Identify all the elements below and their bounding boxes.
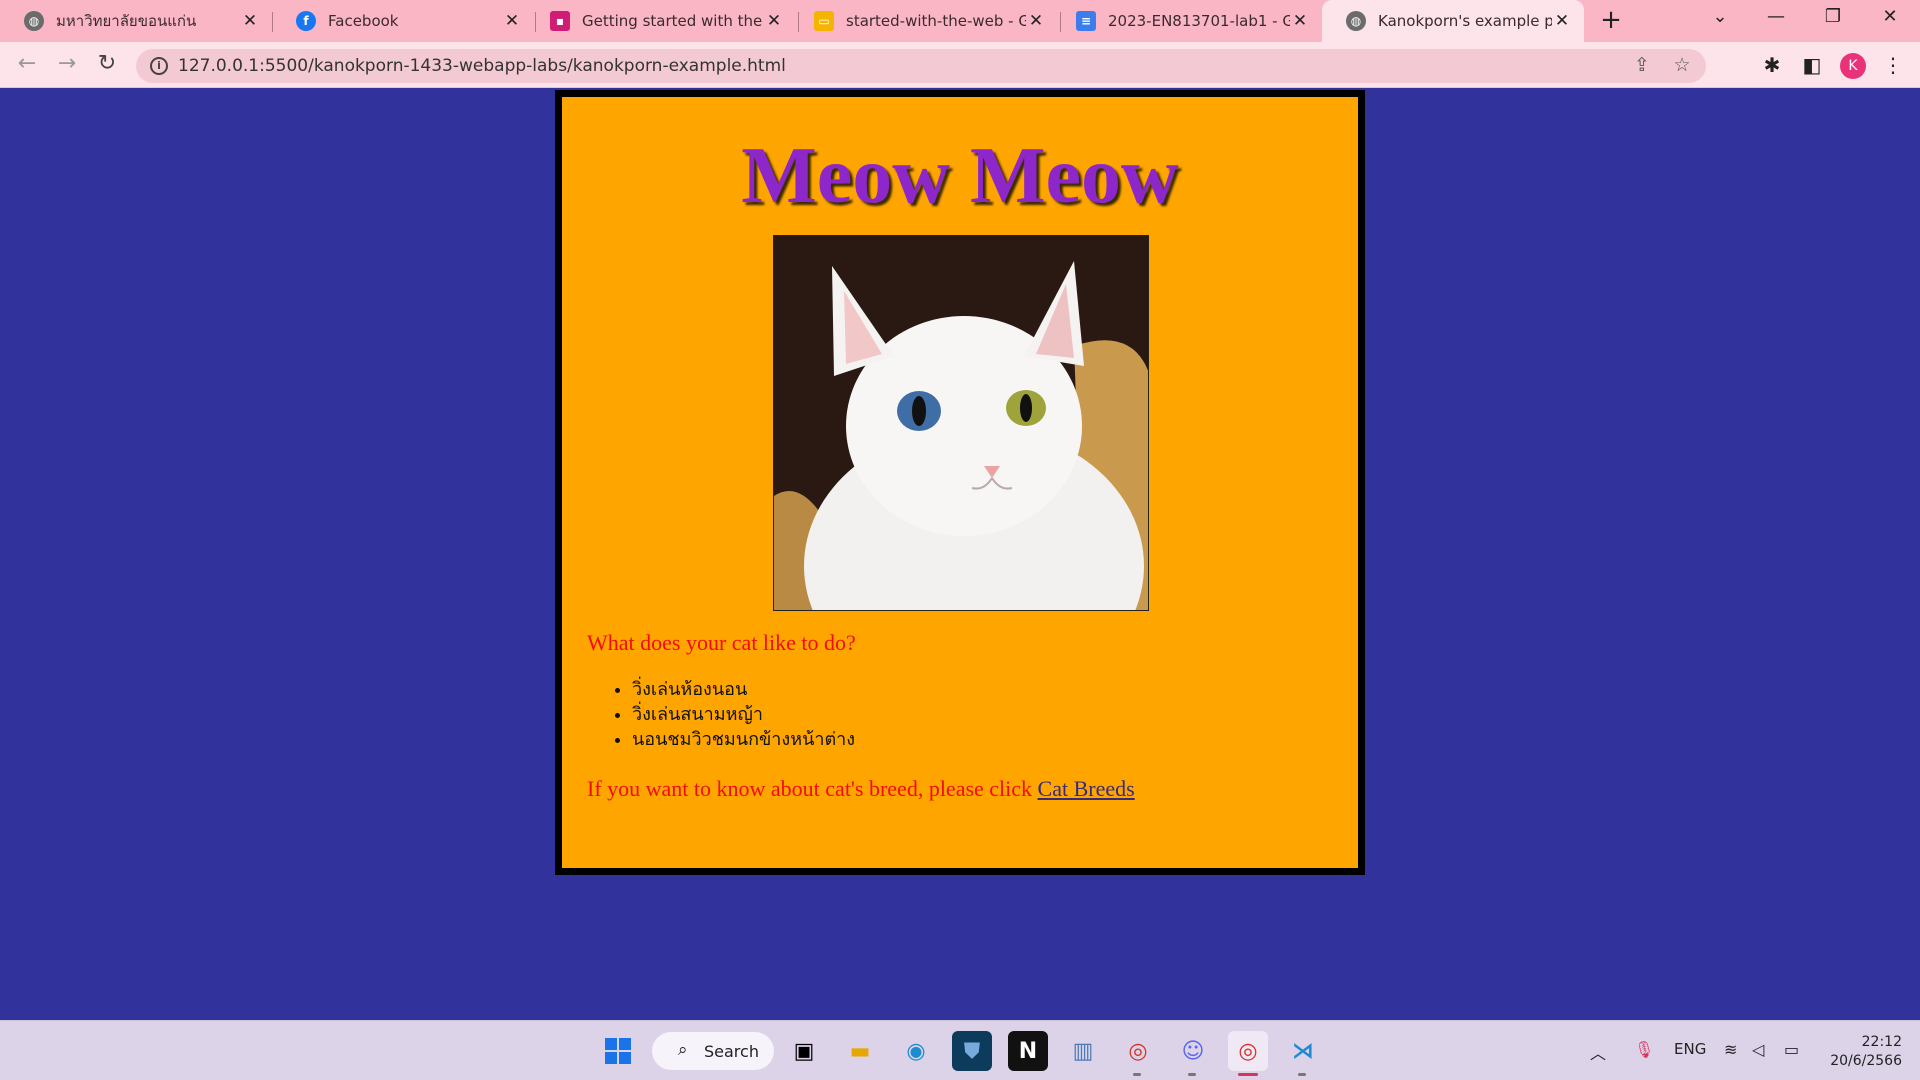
list-item: นอนชมวิวชมนกข้างหน้าต่าง	[632, 727, 855, 752]
cat-breeds-link[interactable]: Cat Breeds	[1038, 776, 1135, 801]
address-url[interactable]: 127.0.0.1:5500/kanokporn-1433-webapp-lab…	[178, 56, 786, 76]
clock-time: 22:12	[1861, 1034, 1902, 1050]
notion-icon[interactable]: N	[1008, 1031, 1048, 1071]
tab-title: มหาวิทยาลัยขอนแก่น	[56, 12, 197, 30]
address-bar[interactable]: i 127.0.0.1:5500/kanokporn-1433-webapp-l…	[136, 49, 1706, 83]
side-panel-icon[interactable]: ◧	[1798, 51, 1826, 79]
profile-avatar[interactable]: K	[1840, 53, 1866, 79]
battery-icon[interactable]: ▭	[1784, 1040, 1799, 1059]
vpn-app-icon[interactable]: ⛊	[952, 1031, 992, 1071]
tab-getting-started[interactable]: ▪ Getting started with the web ✕	[526, 3, 796, 39]
wifi-icon[interactable]: ≋	[1724, 1040, 1737, 1059]
start-windows-icon[interactable]	[598, 1031, 638, 1071]
globe-icon: ◍	[24, 11, 44, 31]
monitor-app-icon[interactable]: ▥	[1063, 1031, 1103, 1071]
docs-icon: ≡	[1076, 11, 1096, 31]
chrome-icon[interactable]: ◎	[1118, 1031, 1158, 1071]
tab-facebook[interactable]: f Facebook ✕	[272, 3, 534, 39]
tab-title: Kanokporn's example page	[1378, 12, 1552, 30]
reload-button[interactable]: ↻	[93, 51, 121, 79]
tab-title: 2023-EN813701-lab1 - Goo	[1108, 12, 1290, 30]
windows-taskbar: ⌕ Search ▣ ▬ ◉ ⛊ N ▥ ◎ ☺ ◎ ⋊ ︿ 🎙 ENG ≋ ◁…	[0, 1020, 1920, 1080]
cat-illustration	[774, 236, 1148, 610]
forward-button[interactable]: →	[53, 51, 81, 79]
close-icon[interactable]: ✕	[764, 11, 784, 31]
list-item: วิ่งเล่นห้องนอน	[632, 677, 855, 702]
running-indicator	[1188, 1073, 1196, 1076]
cat-question: What does your cat like to do?	[587, 630, 856, 655]
bookmark-star-icon[interactable]: ☆	[1670, 54, 1694, 78]
microphone-icon[interactable]: 🎙	[1634, 1040, 1654, 1059]
edge-icon[interactable]: ◉	[896, 1031, 936, 1071]
vscode-icon[interactable]: ⋊	[1283, 1031, 1323, 1071]
close-icon[interactable]: ✕	[1552, 11, 1572, 31]
show-hidden-icons-chevron-icon[interactable]: ︿	[1590, 1040, 1606, 1064]
restore-button[interactable]: ❐	[1813, 6, 1853, 34]
close-icon[interactable]: ✕	[1290, 11, 1310, 31]
close-icon[interactable]: ✕	[240, 11, 260, 31]
tab-slides[interactable]: ▭ started-with-the-web - Goo ✕	[790, 3, 1058, 39]
search-icon: ⌕	[678, 1040, 688, 1060]
tab-example-page[interactable]: ◍ Kanokporn's example page ✕	[1322, 0, 1584, 42]
new-tab-button[interactable]: +	[1598, 7, 1624, 34]
tab-title: started-with-the-web - Goo	[846, 12, 1026, 30]
taskbar-search[interactable]: ⌕ Search	[652, 1032, 774, 1070]
back-button[interactable]: ←	[13, 51, 41, 79]
breed-text: If you want to know about cat's breed, p…	[587, 776, 1038, 801]
facebook-icon: f	[296, 11, 316, 31]
system-clock[interactable]: 22:12 20/6/2566	[1822, 1033, 1902, 1071]
window-close-button[interactable]: ✕	[1870, 6, 1910, 34]
breed-paragraph: If you want to know about cat's breed, p…	[587, 776, 1135, 802]
menu-kebab-icon[interactable]: ⋮	[1879, 51, 1907, 79]
running-indicator	[1133, 1073, 1141, 1076]
discord-icon[interactable]: ☺	[1173, 1031, 1213, 1071]
extensions-icon[interactable]: ✱	[1758, 51, 1786, 79]
browser-toolbar: ← → ↻ i 127.0.0.1:5500/kanokporn-1433-we…	[0, 42, 1920, 88]
tab-bar: ◍ มหาวิทยาลัยขอนแก่น ✕ f Facebook ✕ ▪ Ge…	[0, 0, 1920, 42]
file-explorer-icon[interactable]: ▬	[840, 1031, 880, 1071]
clock-date: 20/6/2566	[1830, 1053, 1902, 1069]
share-icon[interactable]: ⇪	[1630, 54, 1654, 78]
search-label: Search	[704, 1042, 759, 1061]
list-item: วิ่งเล่นสนามหญ้า	[632, 702, 855, 727]
activity-list: วิ่งเล่นห้องนอน วิ่งเล่นสนามหญ้า นอนชมวิ…	[632, 677, 855, 752]
page-heading: Meow Meow	[741, 132, 1179, 220]
tab-title: Getting started with the web	[582, 12, 764, 30]
tab-university[interactable]: ◍ มหาวิทยาลัยขอนแก่น ✕	[0, 3, 272, 39]
close-icon[interactable]: ✕	[502, 11, 522, 31]
tab-title: Facebook	[328, 12, 399, 30]
classroom-icon: ▪	[550, 11, 570, 31]
chrome-profile-icon[interactable]: ◎	[1228, 1031, 1268, 1071]
cat-image	[773, 235, 1149, 611]
slides-icon: ▭	[814, 11, 834, 31]
close-icon[interactable]: ✕	[1026, 11, 1046, 31]
volume-icon[interactable]: ◁	[1752, 1040, 1764, 1059]
active-indicator	[1238, 1073, 1258, 1076]
tab-search-chevron-icon[interactable]: ⌄	[1700, 6, 1740, 34]
content-box: Meow Meow What does your cat like to do?…	[555, 90, 1365, 875]
running-indicator	[1298, 1073, 1306, 1076]
globe-icon: ◍	[1346, 11, 1366, 31]
language-indicator[interactable]: ENG	[1674, 1040, 1706, 1058]
tab-docs[interactable]: ≡ 2023-EN813701-lab1 - Goo ✕	[1052, 3, 1322, 39]
task-view-icon[interactable]: ▣	[784, 1031, 824, 1071]
minimize-button[interactable]: —	[1756, 6, 1796, 34]
site-info-icon[interactable]: i	[150, 57, 168, 75]
